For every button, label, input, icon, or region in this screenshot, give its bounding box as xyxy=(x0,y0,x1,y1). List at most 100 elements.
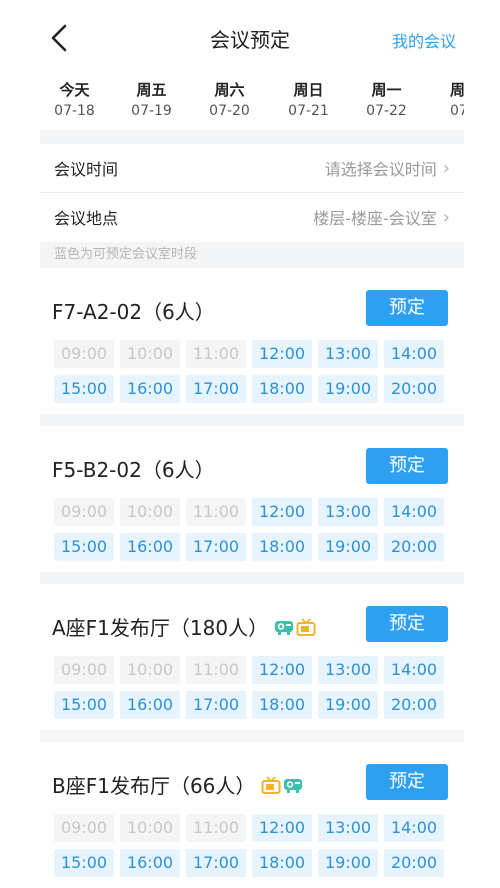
time-slot[interactable]: 13:00 xyxy=(318,340,378,368)
time-slot[interactable]: 15:00 xyxy=(54,691,114,719)
time-slot[interactable]: 12:00 xyxy=(252,656,312,684)
tv-icon xyxy=(261,775,281,794)
time-slot[interactable]: 19:00 xyxy=(318,691,378,719)
time-slot[interactable]: 14:00 xyxy=(384,498,444,526)
time-slot[interactable]: 17:00 xyxy=(186,533,246,561)
time-slot[interactable]: 13:00 xyxy=(318,814,378,842)
time-slot: 09:00 xyxy=(54,656,114,684)
date-tab-weekday: 周日 xyxy=(293,81,324,99)
room-name-text: F5-B2-02（6人） xyxy=(52,458,215,482)
time-slot[interactable]: 19:00 xyxy=(318,375,378,403)
time-slot[interactable]: 16:00 xyxy=(120,691,180,719)
meeting-location-label: 会议地点 xyxy=(54,209,119,228)
book-button[interactable]: 预定 xyxy=(366,606,448,642)
room-card: B座F1发布厅（66人） 预定 09:00 10:00 11:00 12:00 … xyxy=(40,750,464,888)
time-slot[interactable]: 18:00 xyxy=(252,849,312,877)
time-slot: 11:00 xyxy=(186,814,246,842)
date-tab-date: 07-21 xyxy=(288,103,329,119)
time-slot[interactable]: 12:00 xyxy=(252,340,312,368)
time-slot[interactable]: 19:00 xyxy=(318,533,378,561)
time-slot[interactable]: 18:00 xyxy=(252,375,312,403)
time-slot: 11:00 xyxy=(186,340,246,368)
date-tab-date: 07-18 xyxy=(54,103,95,119)
time-slot: 10:00 xyxy=(120,498,180,526)
time-slot[interactable]: 12:00 xyxy=(252,814,312,842)
time-slot[interactable]: 17:00 xyxy=(186,691,246,719)
room-name: F5-B2-02（6人） xyxy=(52,454,215,483)
date-tab-fri[interactable]: 周五 07-19 xyxy=(117,72,186,126)
meeting-location-placeholder: 楼层-楼座-会议室 xyxy=(313,209,437,228)
time-slot[interactable]: 18:00 xyxy=(252,691,312,719)
time-slot: 10:00 xyxy=(120,656,180,684)
date-tab-weekday: 周一 xyxy=(371,81,402,99)
date-tab-date: 07-19 xyxy=(131,103,172,119)
time-slot: 11:00 xyxy=(186,656,246,684)
date-tab-today[interactable]: 今天 07-18 xyxy=(40,72,109,126)
time-slot[interactable]: 20:00 xyxy=(384,375,444,403)
date-tab-weekday: 今天 xyxy=(59,81,90,99)
book-button[interactable]: 预定 xyxy=(366,764,448,800)
time-slot[interactable]: 17:00 xyxy=(186,375,246,403)
time-slot[interactable]: 12:00 xyxy=(252,498,312,526)
time-slot: 09:00 xyxy=(54,340,114,368)
section-divider xyxy=(40,572,464,584)
time-slot[interactable]: 15:00 xyxy=(54,533,114,561)
projector-icon xyxy=(275,620,294,635)
meeting-time-value: 请选择会议时间 › xyxy=(325,156,450,180)
time-slot[interactable]: 14:00 xyxy=(384,814,444,842)
time-slot[interactable]: 20:00 xyxy=(384,849,444,877)
room-name-text: F7-A2-02（6人） xyxy=(52,300,215,324)
date-selector: 今天 07-18 周五 07-19 周六 07-20 周日 07-21 周一 0… xyxy=(40,70,464,130)
date-tab-sun[interactable]: 周日 07-21 xyxy=(274,72,343,126)
time-slot[interactable]: 16:00 xyxy=(120,849,180,877)
room-card: F7-A2-02（6人） 预定 09:00 10:00 11:00 12:00 13:0… xyxy=(40,276,464,426)
availability-hint: 蓝色为可预定会议室时段 xyxy=(40,242,464,268)
time-slot[interactable]: 15:00 xyxy=(54,849,114,877)
date-tab-mon[interactable]: 周一 07-22 xyxy=(352,72,421,126)
chevron-right-icon: › xyxy=(442,157,450,179)
time-slot[interactable]: 15:00 xyxy=(54,375,114,403)
time-slot[interactable]: 19:00 xyxy=(318,849,378,877)
room-card: F5-B2-02（6人） 预定 09:00 10:00 11:00 12:00 13:0… xyxy=(40,434,464,584)
meeting-time-placeholder: 请选择会议时间 xyxy=(324,160,437,179)
time-slot[interactable]: 16:00 xyxy=(120,375,180,403)
time-slot[interactable]: 13:00 xyxy=(318,656,378,684)
time-slot[interactable]: 20:00 xyxy=(384,533,444,561)
book-button[interactable]: 预定 xyxy=(366,290,448,326)
room-name-text: B座F1发布厅（66人） xyxy=(52,774,256,798)
section-divider xyxy=(40,414,464,426)
time-slot: 09:00 xyxy=(54,814,114,842)
time-slot: 11:00 xyxy=(186,498,246,526)
tv-icon xyxy=(296,617,316,636)
meeting-location-value: 楼层-楼座-会议室 › xyxy=(313,205,450,229)
time-slot[interactable]: 14:00 xyxy=(384,340,444,368)
meeting-location-row[interactable]: 会议地点 楼层-楼座-会议室 › xyxy=(40,193,464,241)
date-tab-sat[interactable]: 周六 07-20 xyxy=(195,72,264,126)
my-meetings-link[interactable]: 我的会议 xyxy=(392,28,456,52)
time-slot[interactable]: 16:00 xyxy=(120,533,180,561)
date-tab-tue[interactable]: 周二 07-23 xyxy=(432,72,464,126)
room-name: B座F1发布厅（66人） xyxy=(52,770,305,799)
book-button[interactable]: 预定 xyxy=(366,448,448,484)
room-card: A座F1发布厅（180人） 预定 09:00 10:00 11:00 12:00… xyxy=(40,592,464,742)
time-slot: 10:00 xyxy=(120,340,180,368)
time-slot: 09:00 xyxy=(54,498,114,526)
room-name-text: A座F1发布厅（180人） xyxy=(52,616,269,640)
room-facility-icons xyxy=(274,617,318,636)
date-tab-date: 07-22 xyxy=(366,103,407,119)
time-slot[interactable]: 13:00 xyxy=(318,498,378,526)
date-tab-weekday: 周五 xyxy=(136,81,167,99)
projector-icon xyxy=(284,778,303,793)
time-slot[interactable]: 17:00 xyxy=(186,849,246,877)
room-name: F7-A2-02（6人） xyxy=(52,296,215,325)
time-slot[interactable]: 18:00 xyxy=(252,533,312,561)
meeting-time-row[interactable]: 会议时间 请选择会议时间 › xyxy=(40,144,464,192)
time-slot[interactable]: 14:00 xyxy=(384,656,444,684)
chevron-right-icon: › xyxy=(442,206,450,228)
room-facility-icons xyxy=(261,775,305,794)
date-tab-date: 07-20 xyxy=(209,103,250,119)
section-divider xyxy=(40,130,464,144)
section-divider xyxy=(40,730,464,742)
meeting-time-label: 会议时间 xyxy=(54,160,119,179)
time-slot[interactable]: 20:00 xyxy=(384,691,444,719)
